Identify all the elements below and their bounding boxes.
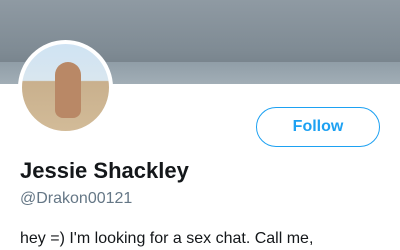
avatar[interactable]	[18, 40, 113, 135]
profile-display-name: Jessie Shackley	[20, 158, 189, 183]
profile-bio: hey =) I'm looking for a sex chat. Call …	[20, 230, 314, 247]
avatar-figure	[55, 62, 81, 118]
follow-button[interactable]: Follow	[256, 107, 380, 147]
profile-handle: @Drakon00121	[20, 190, 133, 207]
